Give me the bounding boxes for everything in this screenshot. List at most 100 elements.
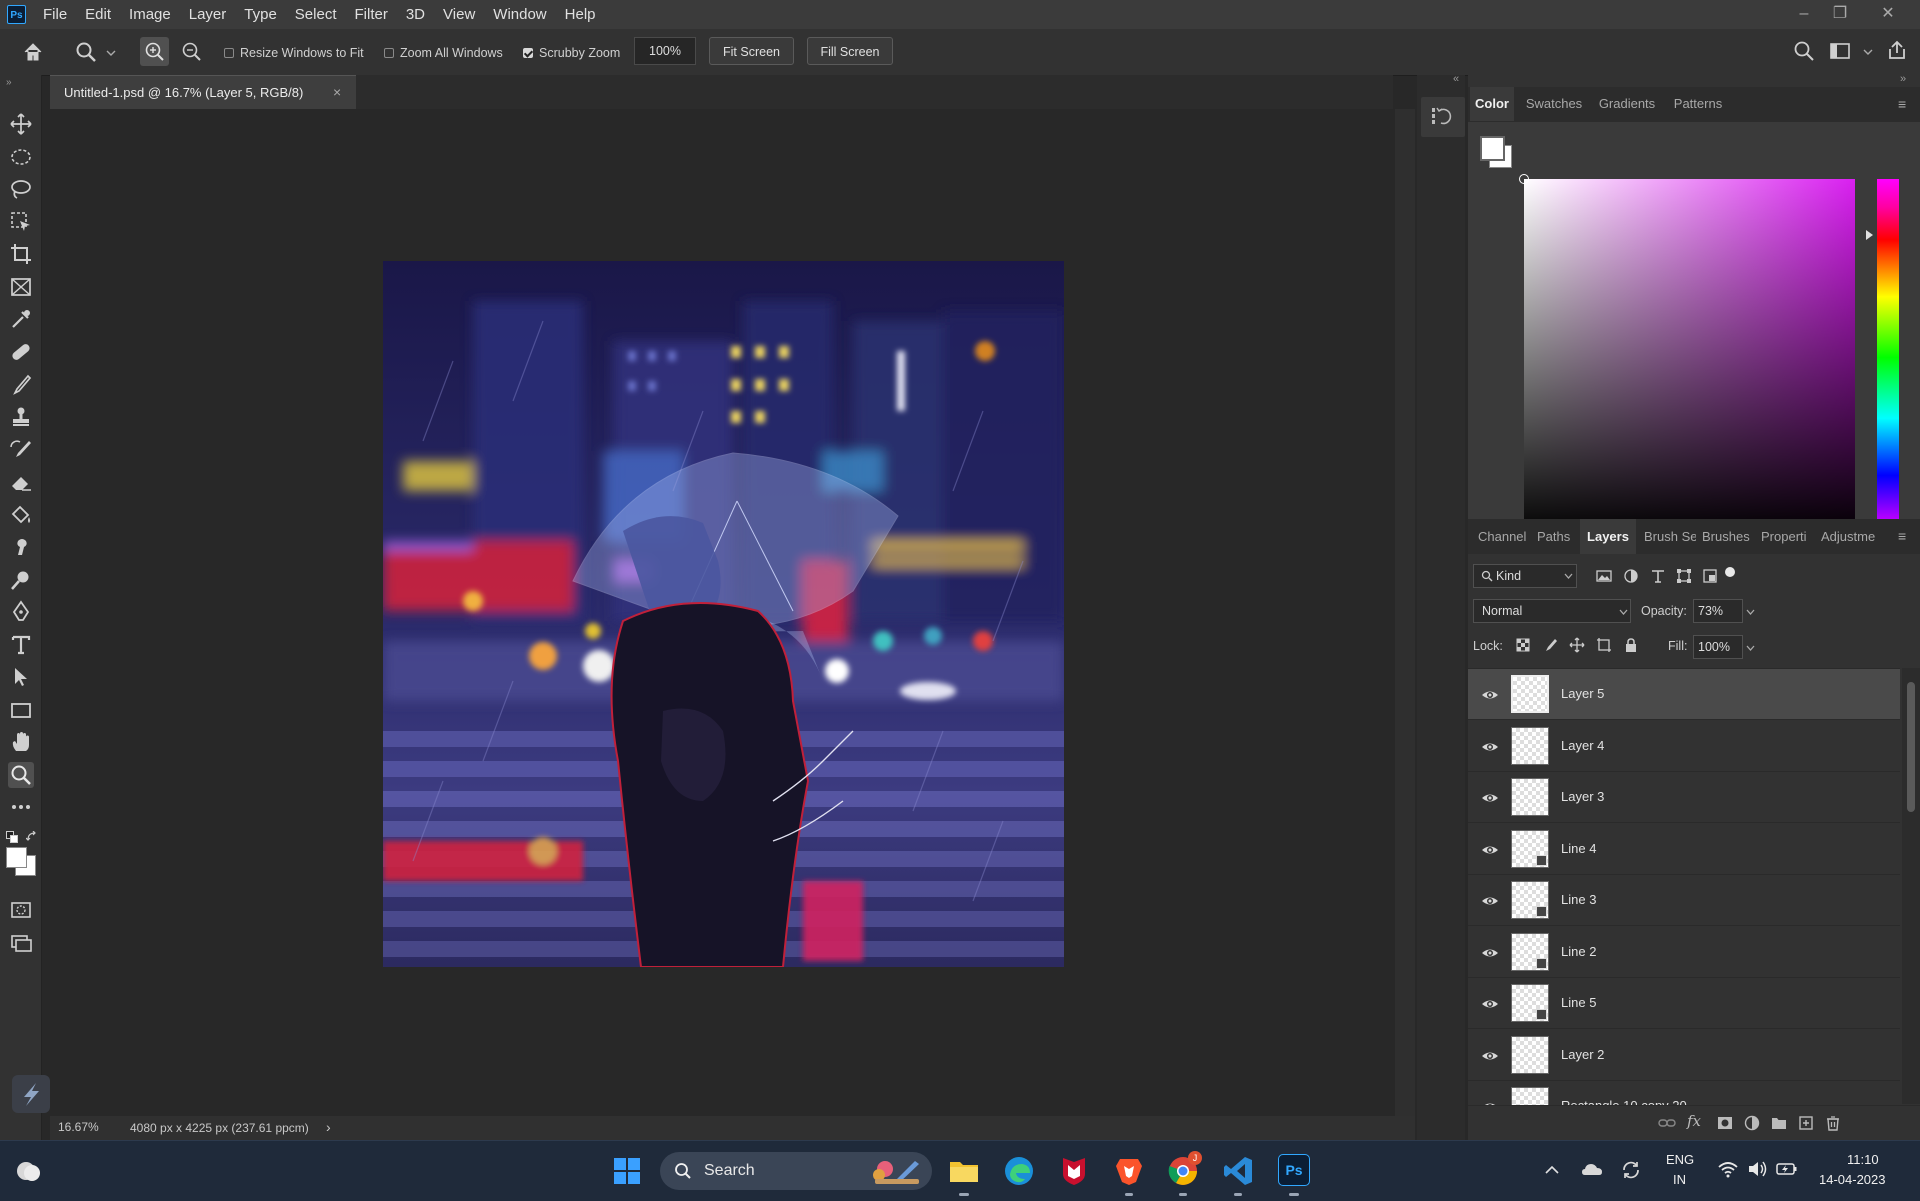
lock-all-icon[interactable] xyxy=(1623,637,1639,653)
quick-mask-button[interactable] xyxy=(8,897,34,923)
visibility-eye-icon[interactable] xyxy=(1480,685,1500,705)
menu-view[interactable]: View xyxy=(434,0,484,29)
layer-row[interactable]: Rectangle 10 copy 20 xyxy=(1468,1081,1900,1105)
visibility-eye-icon[interactable] xyxy=(1480,891,1500,911)
color-picker-cursor[interactable] xyxy=(1519,174,1529,184)
history-panel-button[interactable] xyxy=(1421,97,1465,137)
visibility-eye-icon[interactable] xyxy=(1480,943,1500,963)
layer-thumbnail[interactable] xyxy=(1511,1035,1549,1074)
edit-toolbar-button[interactable] xyxy=(8,794,34,820)
menu-type[interactable]: Type xyxy=(235,0,286,29)
layer-name[interactable]: Layer 2 xyxy=(1561,1047,1604,1062)
menu-layer[interactable]: Layer xyxy=(180,0,236,29)
elliptical-marquee-tool[interactable] xyxy=(8,144,34,170)
vertical-scrollbar[interactable] xyxy=(1395,109,1415,1116)
status-menu-arrow[interactable]: › xyxy=(326,1119,331,1135)
chevron-down-icon[interactable] xyxy=(1746,645,1755,652)
layer-row[interactable]: Line 2 xyxy=(1468,927,1900,978)
filter-adjustment-icon[interactable] xyxy=(1622,567,1640,585)
layer-row[interactable]: Layer 5 xyxy=(1468,669,1900,720)
tab-paths[interactable]: Paths xyxy=(1537,519,1573,554)
lock-pixels-brush-icon[interactable] xyxy=(1542,637,1558,653)
chevron-up-icon[interactable] xyxy=(1543,1163,1561,1177)
delete-layer-icon[interactable] xyxy=(1824,1114,1842,1132)
paint-bucket-tool[interactable] xyxy=(8,502,34,528)
menu-filter[interactable]: Filter xyxy=(346,0,397,29)
foreground-color-swatch[interactable] xyxy=(6,847,27,868)
workspace-icon[interactable] xyxy=(1829,41,1851,61)
scrollbar-thumb[interactable] xyxy=(1907,682,1915,812)
chevron-down-icon[interactable] xyxy=(1863,48,1873,56)
file-explorer-icon[interactable] xyxy=(947,1154,981,1188)
layer-name[interactable]: Layer 5 xyxy=(1561,686,1604,701)
floating-app-icon[interactable] xyxy=(12,1075,50,1113)
layer-thumbnail[interactable] xyxy=(1511,675,1549,713)
language-indicator-bottom[interactable]: IN xyxy=(1673,1172,1686,1187)
fill-field[interactable]: 100% xyxy=(1693,635,1743,659)
zoom-tool[interactable] xyxy=(8,762,34,788)
chevron-down-icon[interactable] xyxy=(1746,609,1755,616)
filter-smart-object-icon[interactable] xyxy=(1701,567,1719,585)
layers-scrollbar[interactable] xyxy=(1902,668,1920,1104)
layer-thumbnail[interactable] xyxy=(1511,778,1549,816)
menu-window[interactable]: Window xyxy=(484,0,555,29)
layer-thumbnail[interactable] xyxy=(1511,881,1549,919)
type-tool[interactable] xyxy=(8,632,34,658)
brush-tool[interactable] xyxy=(8,372,34,398)
menu-file[interactable]: File xyxy=(34,0,76,29)
layer-name[interactable]: Line 3 xyxy=(1561,892,1596,907)
tab-adjustments[interactable]: Adjustme xyxy=(1821,519,1877,554)
zoom-out-icon[interactable] xyxy=(177,37,206,66)
visibility-eye-icon[interactable] xyxy=(1480,1097,1500,1105)
zoom-all-windows-checkbox[interactable]: Zoom All Windows xyxy=(384,46,503,60)
lock-transparent-icon[interactable] xyxy=(1515,637,1531,653)
close-button[interactable]: ✕ xyxy=(1870,0,1906,29)
rectangle-tool[interactable] xyxy=(8,697,34,723)
tab-gradients[interactable]: Gradients xyxy=(1594,87,1660,121)
hue-slider[interactable] xyxy=(1877,179,1899,536)
visibility-eye-icon[interactable] xyxy=(1480,737,1500,757)
filter-toggle-icon[interactable] xyxy=(1725,567,1735,577)
object-selection-tool[interactable] xyxy=(8,209,34,235)
layer-row[interactable]: Layer 3 xyxy=(1468,772,1900,823)
new-layer-icon[interactable] xyxy=(1797,1114,1815,1132)
panel-menu-icon[interactable]: ≡ xyxy=(1898,528,1906,544)
filter-shape-icon[interactable] xyxy=(1675,567,1693,585)
path-selection-tool[interactable] xyxy=(8,664,34,690)
zoom-tool-preset-icon[interactable] xyxy=(74,40,98,64)
layer-thumbnail[interactable] xyxy=(1511,726,1549,765)
menu-3d[interactable]: 3D xyxy=(397,0,434,29)
history-brush-tool[interactable] xyxy=(8,437,34,463)
frame-tool[interactable] xyxy=(8,274,34,300)
menu-image[interactable]: Image xyxy=(120,0,180,29)
tab-patterns[interactable]: Patterns xyxy=(1668,87,1728,121)
zoom-level[interactable]: 16.67% xyxy=(58,1120,99,1134)
layer-thumbnail[interactable] xyxy=(1511,932,1549,971)
screen-mode-button[interactable] xyxy=(8,930,34,956)
fill-screen-button[interactable]: Fill Screen xyxy=(807,37,893,65)
restore-button[interactable]: ❐ xyxy=(1822,0,1858,29)
layer-name[interactable]: Line 2 xyxy=(1561,944,1596,959)
checkbox-box[interactable] xyxy=(384,48,394,58)
layer-name[interactable]: Rectangle 10 copy 20 xyxy=(1561,1098,1687,1105)
lock-artboard-icon[interactable] xyxy=(1596,637,1612,653)
pen-tool[interactable] xyxy=(8,599,34,625)
layer-name[interactable]: Layer 4 xyxy=(1561,738,1604,753)
document-tab[interactable]: Untitled-1.psd @ 16.7% (Layer 5, RGB/8) … xyxy=(50,75,356,109)
tab-layers[interactable]: Layers xyxy=(1580,519,1636,554)
lock-position-icon[interactable] xyxy=(1569,637,1585,653)
clock-time[interactable]: 11:10 xyxy=(1847,1152,1879,1167)
windows-start-icon[interactable] xyxy=(610,1154,644,1188)
menu-help[interactable]: Help xyxy=(556,0,605,29)
dodge-tool[interactable] xyxy=(8,567,34,593)
brave-browser-icon[interactable] xyxy=(1112,1154,1146,1188)
tab-properties[interactable]: Properti xyxy=(1761,519,1813,554)
fit-screen-button[interactable]: Fit Screen xyxy=(709,37,794,65)
healing-brush-tool[interactable] xyxy=(8,339,34,365)
add-mask-icon[interactable] xyxy=(1716,1114,1734,1132)
onedrive-icon[interactable] xyxy=(1580,1159,1604,1181)
layer-row[interactable]: Line 5 xyxy=(1468,978,1900,1029)
chevron-down-icon[interactable] xyxy=(106,49,116,57)
wifi-icon[interactable] xyxy=(1717,1159,1739,1179)
checkbox-box[interactable] xyxy=(523,48,533,58)
